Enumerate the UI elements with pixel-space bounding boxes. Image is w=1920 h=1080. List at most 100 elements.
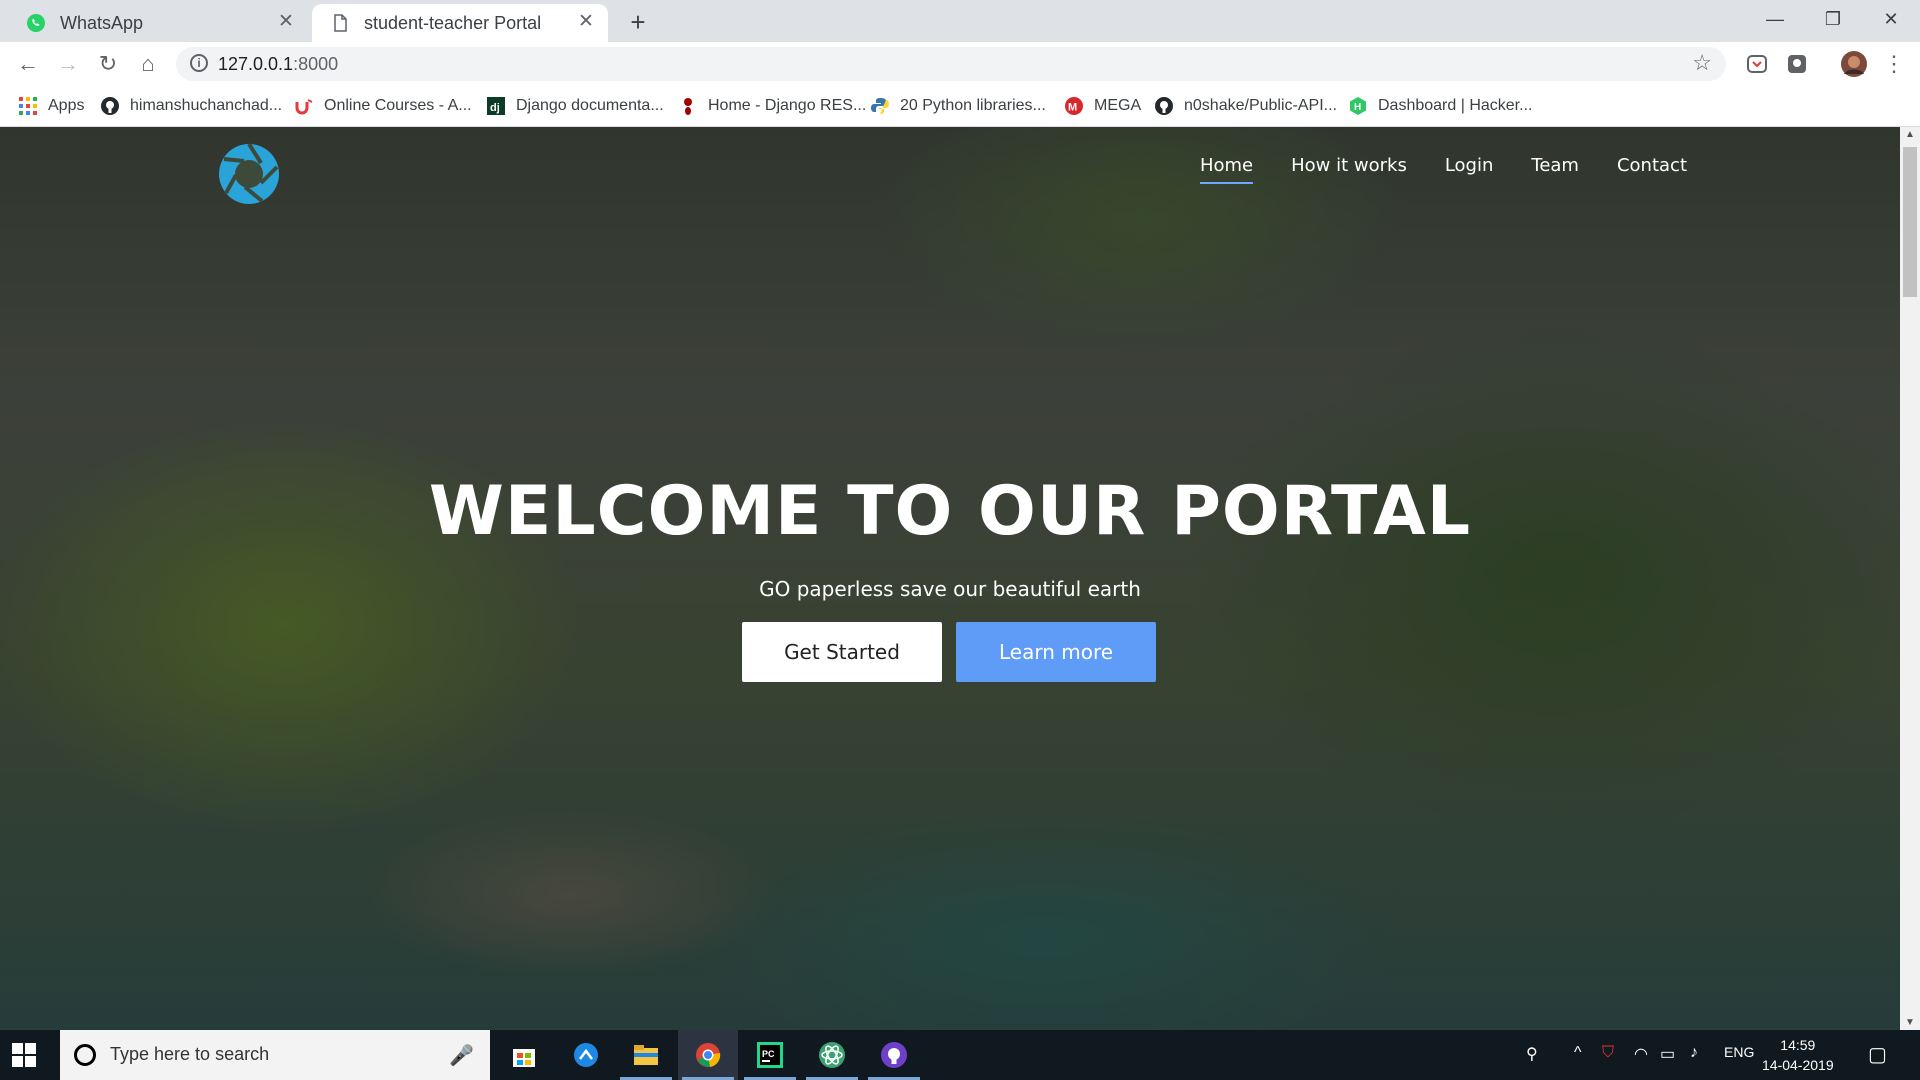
bookmark-django-docs[interactable]: dj Django documenta... (486, 94, 664, 118)
bookmark-label: n0shake/Public-API... (1184, 97, 1337, 114)
file-explorer-icon (634, 1045, 658, 1065)
url-host: 127.0.0.1 (218, 54, 294, 74)
store-icon (513, 1049, 535, 1067)
chrome-menu-icon[interactable]: ⋮ (1880, 50, 1908, 78)
nav-home[interactable]: Home (1199, 155, 1254, 184)
taskbar-chrome[interactable] (678, 1030, 738, 1080)
language-indicator[interactable]: ENG (1724, 1044, 1754, 1060)
close-tab-icon[interactable]: ✕ (276, 12, 296, 32)
bookmark-hackerrank[interactable]: H Dashboard | Hacker... (1348, 94, 1532, 118)
taskbar-pycharm[interactable]: PC (740, 1030, 800, 1080)
reload-icon[interactable]: ↻ (94, 50, 122, 78)
github-icon (101, 97, 119, 115)
profile-avatar[interactable] (1840, 50, 1868, 78)
new-tab-icon[interactable]: + (624, 8, 652, 36)
mcafee-icon[interactable]: ⛉ (1602, 1044, 1614, 1062)
hackerrank-icon: H (1350, 97, 1366, 115)
restore-icon[interactable]: ❐ (1806, 4, 1860, 34)
bookmark-star-icon[interactable]: ☆ (1692, 50, 1712, 76)
bookmark-label: Online Courses - A... (324, 97, 472, 114)
bookmark-django-rest[interactable]: Home - Django RES... (678, 94, 866, 118)
forward-icon[interactable]: → (54, 50, 82, 78)
close-tab-icon[interactable]: ✕ (576, 12, 596, 32)
scroll-up-icon[interactable]: ▲ (1904, 129, 1916, 140)
pycharm-icon: PC (757, 1042, 783, 1068)
nav-contact[interactable]: Contact (1617, 155, 1687, 180)
bookmark-label: 20 Python libraries... (900, 97, 1046, 114)
home-icon[interactable]: ⌂ (134, 50, 162, 78)
pocket-extension-icon[interactable] (1746, 53, 1768, 75)
taskbar-search-box[interactable]: Type here to search 🎤 (60, 1030, 490, 1080)
battery-icon[interactable]: ▭ (1660, 1044, 1675, 1064)
bookmark-label: Dashboard | Hacker... (1378, 97, 1533, 114)
nav-team[interactable]: Team (1531, 155, 1579, 180)
action-center-icon[interactable]: ▢ (1868, 1042, 1887, 1067)
bookmark-github-public-api[interactable]: n0shake/Public-API... (1154, 94, 1337, 118)
search-placeholder: Type here to search (110, 1044, 270, 1064)
bookmark-github-himanshu[interactable]: himanshuchanchad... (100, 94, 282, 118)
bookmark-label: Django documenta... (516, 97, 664, 114)
tab-title: WhatsApp (60, 12, 144, 33)
chrome-icon (696, 1043, 721, 1068)
svg-text:PC: PC (762, 1049, 775, 1059)
taskbar-store[interactable] (494, 1030, 554, 1080)
back-icon[interactable]: ← (14, 50, 42, 78)
svg-text:M: M (1068, 102, 1077, 114)
learn-more-button[interactable]: Learn more (956, 622, 1156, 682)
django-icon: dj (487, 97, 505, 115)
bookmark-online-courses[interactable]: Online Courses - A... (294, 94, 472, 118)
system-clock[interactable]: 14:59 14-04-2019 (1762, 1035, 1834, 1075)
bookmark-mega[interactable]: M MEGA (1064, 94, 1141, 118)
bookmark-python-libraries[interactable]: 20 Python libraries... (870, 94, 1046, 118)
taskbar-network-app[interactable] (556, 1030, 616, 1080)
tab-whatsapp[interactable]: WhatsApp ✕ (8, 4, 308, 42)
tab-title: student-teacher Portal (364, 12, 542, 33)
show-hidden-icons-icon[interactable]: ^ (1574, 1044, 1582, 1062)
people-icon[interactable]: ⚲ (1526, 1044, 1538, 1064)
extension-icon[interactable] (1786, 53, 1808, 75)
hero-title: WELCOME TO OUR PORTAL (428, 472, 1472, 551)
browser-toolbar: ← → ↻ ⌂ i 127.0.0.1:8000 ☆ ⋮ (0, 42, 1920, 86)
bookmark-label: MEGA (1094, 97, 1142, 114)
nav-how-it-works[interactable]: How it works (1291, 155, 1407, 180)
wifi-icon[interactable]: ◠ (1634, 1044, 1648, 1064)
page-scrollbar[interactable]: ▲ ▼ (1900, 127, 1920, 1030)
address-bar[interactable]: i 127.0.0.1:8000 ☆ (176, 47, 1726, 81)
udemy-icon (295, 99, 313, 115)
taskbar-file-explorer[interactable] (616, 1030, 676, 1080)
bookmark-label: Home - Django RES... (708, 97, 867, 114)
scrollbar-thumb[interactable] (1903, 147, 1917, 297)
python-icon (871, 98, 889, 114)
windows-start-icon[interactable] (12, 1043, 36, 1067)
github-icon (1155, 97, 1173, 115)
clock-time: 14:59 (1780, 1037, 1816, 1053)
clock-date: 14-04-2019 (1762, 1057, 1834, 1073)
github-desktop-icon (881, 1042, 907, 1068)
minimize-icon[interactable]: — (1748, 4, 1802, 34)
site-navigation: Home How it works Login Team Contact (1162, 155, 1687, 184)
bookmark-apps[interactable]: Apps (18, 94, 84, 118)
url-port: :8000 (293, 54, 339, 74)
page-viewport: Home How it works Login Team Contact WEL… (0, 127, 1900, 1030)
site-info-icon[interactable]: i (190, 54, 208, 72)
network-app-icon (574, 1043, 598, 1067)
nav-login[interactable]: Login (1445, 155, 1494, 180)
svg-text:H: H (1354, 102, 1361, 113)
atom-icon (819, 1042, 845, 1068)
aperture-logo-icon[interactable] (216, 141, 282, 207)
mega-icon: M (1065, 97, 1083, 115)
page-icon (334, 14, 347, 32)
close-window-icon[interactable]: ✕ (1864, 4, 1918, 34)
microphone-icon[interactable]: 🎤 (449, 1043, 474, 1068)
apps-grid-icon (19, 97, 37, 115)
taskbar-github-desktop[interactable] (864, 1030, 924, 1080)
bookmarks-bar: Apps himanshuchanchad... Online Courses … (0, 86, 1920, 127)
taskbar-atom[interactable] (802, 1030, 862, 1080)
scroll-down-icon[interactable]: ▼ (1904, 1017, 1916, 1028)
windows-taskbar: Type here to search 🎤 PC ⚲ ^ ⛉ ◠ ▭ ♪ ENG… (0, 1030, 1920, 1080)
bookmark-label: himanshuchanchad... (130, 97, 283, 114)
volume-icon[interactable]: ♪ (1690, 1044, 1698, 1062)
url-text[interactable]: 127.0.0.1:8000 (218, 54, 338, 75)
tab-student-teacher-portal[interactable]: student-teacher Portal ✕ (312, 4, 608, 42)
get-started-button[interactable]: Get Started (742, 622, 942, 682)
